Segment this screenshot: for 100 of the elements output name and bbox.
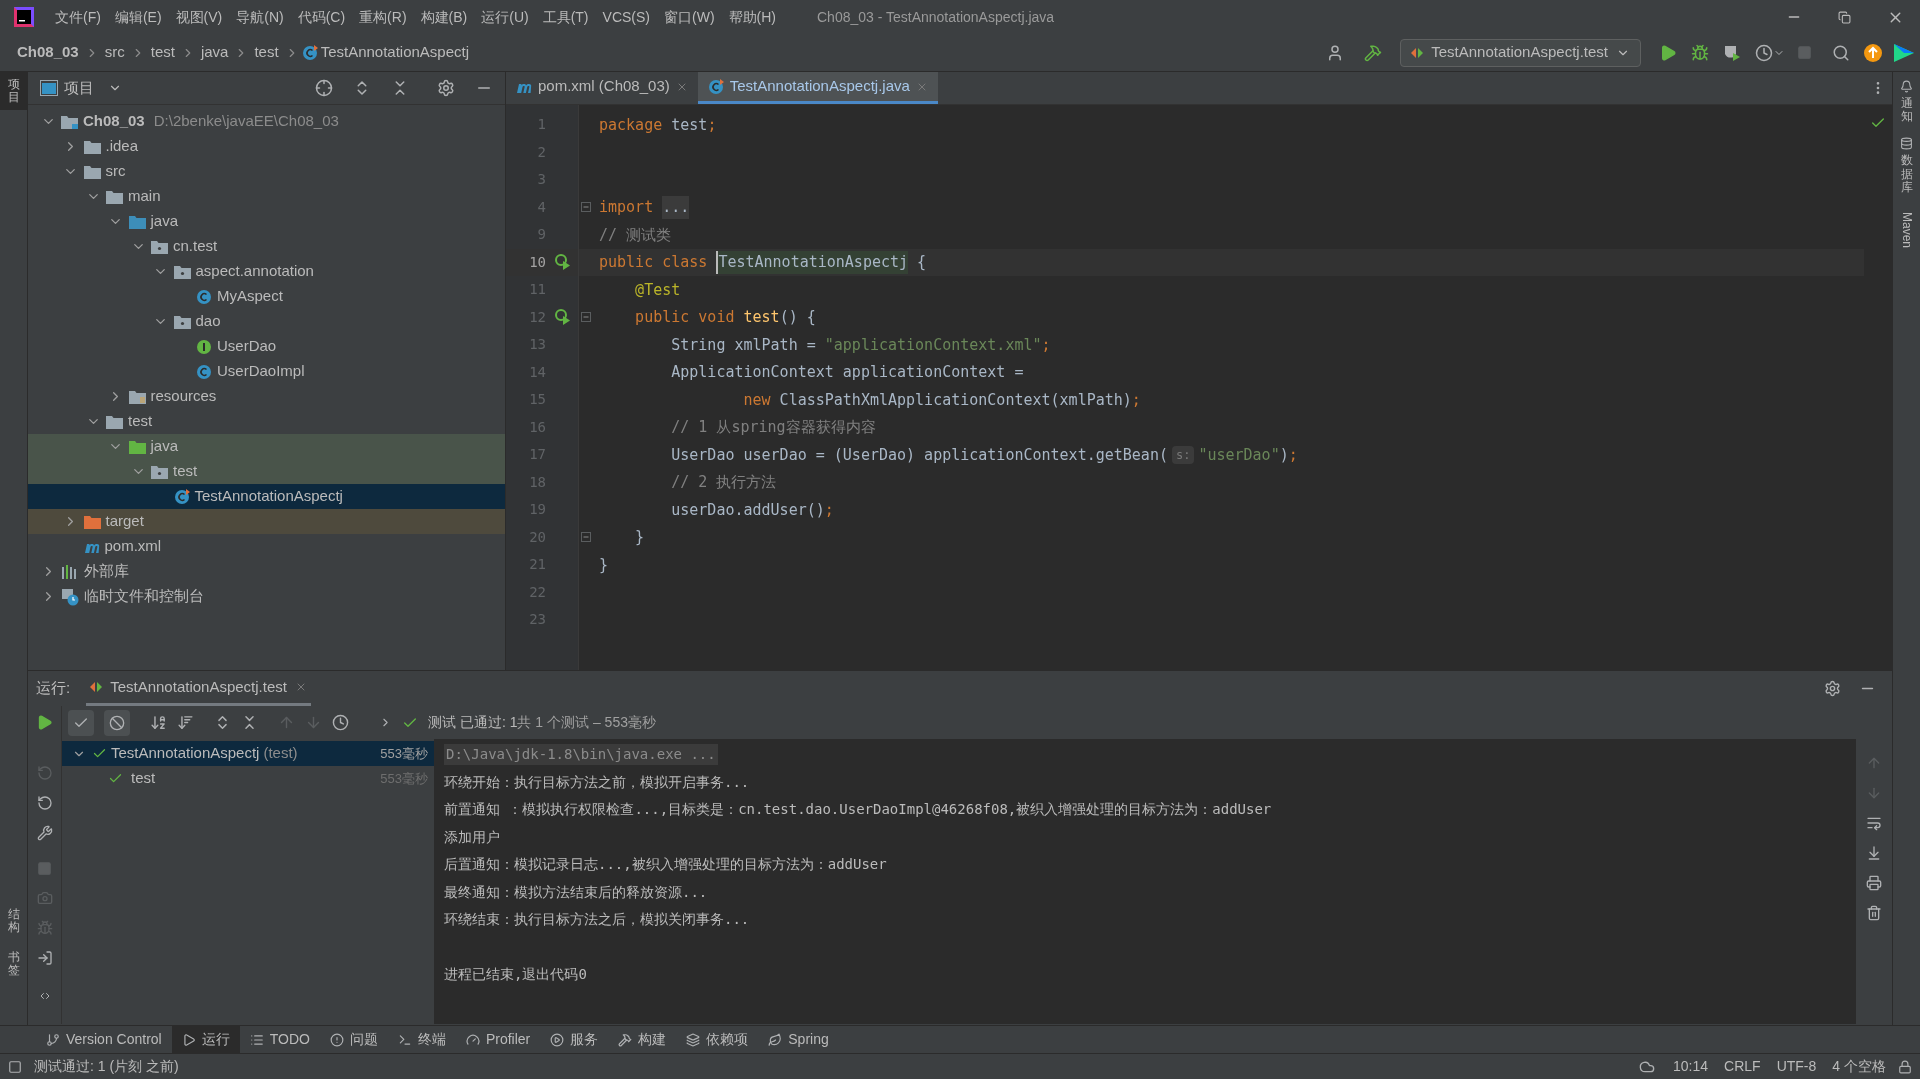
tool-window-tab[interactable]: 项目 [0,72,27,111]
run-tab[interactable]: TestAnnotationAspectj.test [86,671,311,706]
breadcrumb-item[interactable]: test [251,41,282,64]
menu-item[interactable]: 编辑(E) [107,6,169,28]
tree-item[interactable]: .idea [28,134,505,159]
tool-window-tab[interactable]: 服务 [540,1026,609,1053]
menu-item[interactable]: 工具(T) [535,6,596,28]
import-icon[interactable] [36,950,53,966]
crosshair-icon[interactable] [315,79,333,97]
wrench-icon[interactable] [36,825,53,841]
tree-item[interactable]: target [28,509,505,534]
menu-item[interactable]: VCS(S) [595,6,657,28]
tree-item[interactable]: MyAspect [28,284,505,309]
tree-item[interactable]: java [28,434,505,459]
tool-window-tab[interactable]: Profiler [455,1026,541,1053]
menu-item[interactable]: 文件(F) [48,6,108,28]
run-gutter-icon[interactable] [555,254,571,271]
tree-item[interactable]: TestAnnotationAspectj [28,484,505,509]
menu-item[interactable]: 代码(C) [290,6,353,28]
settings-icon[interactable] [1824,680,1841,697]
hammer-icon[interactable] [1364,43,1383,62]
print-icon[interactable] [1866,875,1882,891]
tree-item[interactable]: main [28,184,505,209]
folder-icon [83,514,101,529]
tree-item[interactable]: Ch08_03 D:\2benke\javaEE\Ch08_03 [28,109,505,134]
update-icon[interactable] [1864,43,1882,62]
more-icon[interactable] [38,990,51,1002]
tree-item[interactable]: cn.test [28,234,505,259]
toolbox-icon[interactable] [1894,43,1914,62]
menu-item[interactable]: 窗口(W) [657,6,722,28]
tool-window-tab[interactable]: 依赖项 [676,1026,759,1053]
search-icon[interactable] [1832,43,1850,62]
tree-item[interactable]: UserDaoImpl [28,359,505,384]
tool-window-tab[interactable]: TODO [239,1026,320,1053]
tool-window-tab[interactable]: Maven [1897,207,1916,248]
coverage-icon[interactable] [1723,43,1741,62]
panel-toggle-icon[interactable] [8,1059,22,1074]
debug-icon[interactable] [1691,43,1709,62]
tool-window-tab[interactable]: Spring [758,1026,839,1053]
window-title: Ch08_03 - TestAnnotationAspectj.java [817,7,1055,27]
test-result-row[interactable]: TestAnnotationAspectj (test) 553毫秒 [62,741,434,766]
tool-window-tab[interactable]: 构建 [608,1026,677,1053]
terminal-icon [397,1032,412,1047]
menu-item[interactable]: 重构(R) [352,6,414,28]
restore-icon[interactable] [1838,10,1851,24]
rerun-icon[interactable] [36,714,53,731]
tree-item[interactable]: dao [28,309,505,334]
status-item[interactable]: UTF-8 [1768,1056,1825,1077]
tool-window-tab[interactable]: 运行 [171,1026,240,1053]
code-line: String xmlPath = "applicationContext.xml"; [670,334,1051,356]
status-item[interactable]: 4 个空格 [1824,1056,1894,1077]
tool-window-tab[interactable]: 通知 [1900,80,1913,124]
tree-item[interactable]: aspect.annotation [28,259,505,284]
editor-tab[interactable]: pom.xml (Ch08_03) [506,72,698,104]
breadcrumb-item[interactable]: java [197,41,232,64]
menu-item[interactable]: 运行(U) [474,6,536,28]
breadcrumb-item[interactable]: Ch08_03 [14,41,82,64]
tree-item[interactable]: UserDao [28,334,505,359]
tree-item[interactable]: 临时文件和控制台 [28,584,505,609]
tree-item[interactable]: java [28,209,505,234]
breadcrumb-item[interactable]: src [101,41,128,64]
tool-window-tab[interactable]: Version Control [36,1026,172,1053]
tool-window-tab[interactable]: 问题 [319,1026,388,1053]
history-icon[interactable] [332,714,349,731]
tool-window-tab[interactable]: 结构 [0,900,27,943]
tree-item[interactable]: 外部库 [28,559,505,584]
profile-icon[interactable] [1755,43,1773,62]
editor-tab[interactable]: TestAnnotationAspectj.java [697,72,938,104]
status-item[interactable]: CRLF [1716,1056,1769,1077]
tool-window-tab[interactable]: 终端 [387,1026,456,1053]
tool-window-tab[interactable]: 数据库 [1900,137,1913,194]
panel-title[interactable]: 项目 [64,76,94,100]
tool-window-tab[interactable]: 书签 [0,942,27,985]
menu-item[interactable]: 视图(V) [168,6,230,28]
run-gutter-icon[interactable] [555,309,571,326]
sort-alpha-icon[interactable] [150,714,167,731]
trash-icon[interactable] [1866,905,1882,921]
breadcrumb-item[interactable]: TestAnnotationAspectj [317,41,473,64]
tree-item[interactable]: pom.xml [28,534,505,559]
sort-duration-icon[interactable] [177,714,194,731]
breadcrumb-item[interactable]: test [147,41,178,64]
scroll-to-end-icon[interactable] [1866,845,1882,861]
menu-item[interactable]: 构建(B) [413,6,475,28]
tree-item[interactable]: test [28,409,505,434]
show-ignored-toggle[interactable] [104,709,130,736]
soft-wrap-icon[interactable] [1866,815,1882,831]
lock-icon[interactable] [1898,1059,1912,1074]
alert-icon [329,1032,344,1047]
menu-item[interactable]: 帮助(H) [721,6,783,28]
settings-icon[interactable] [437,79,455,97]
show-passed-toggle[interactable] [68,709,94,736]
play-icon [181,1032,196,1047]
status-item[interactable]: 10:14 [1665,1056,1717,1077]
run-config-dropdown[interactable]: TestAnnotationAspectj.test [1400,38,1641,67]
menu-item[interactable]: 导航(N) [229,6,291,28]
run-icon[interactable] [1659,43,1677,62]
tree-item[interactable]: src [28,159,505,184]
folder-icon [151,464,168,479]
tree-item[interactable]: resources [28,384,505,409]
tree-item[interactable]: test [28,459,505,484]
